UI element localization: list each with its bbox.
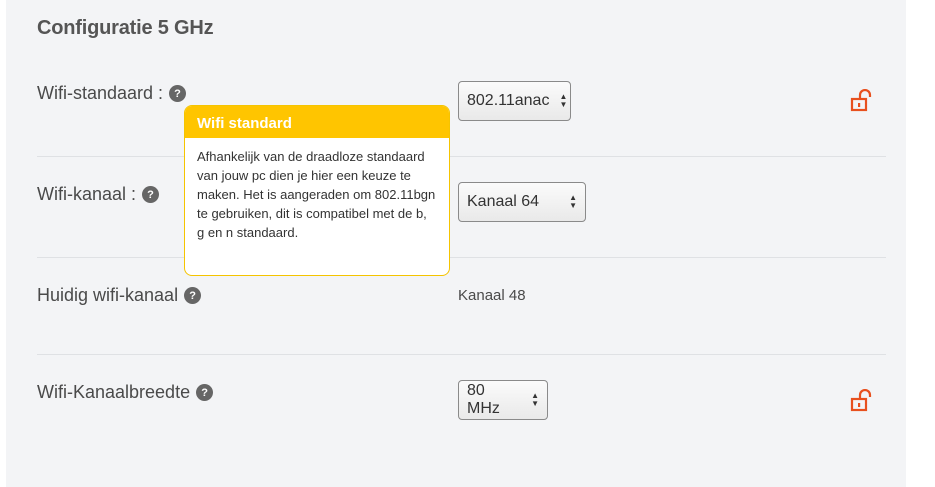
help-icon[interactable]: ?: [169, 85, 187, 102]
tooltip-text: Afhankelijk van de draadloze standaard v…: [197, 149, 436, 240]
row-divider: [37, 257, 886, 258]
unlocked-lock-icon[interactable]: [850, 389, 872, 413]
wifi-config-panel: Configuratie 5 GHz Wifi-standaard : ? 80…: [6, 0, 906, 487]
help-icon[interactable]: ?: [196, 384, 214, 401]
wifi-channel-select[interactable]: Kanaal 64 ▲ ▼: [458, 182, 586, 222]
current-channel-label: Huidig wifi-kanaal: [37, 285, 179, 305]
wifi-standard-label-row: Wifi-standaard : ?: [37, 83, 187, 104]
unlocked-lock-icon[interactable]: [850, 89, 872, 113]
channel-width-label: Wifi-Kanaalbreedte: [37, 382, 191, 402]
help-tooltip: Wifi standard Afhankelijk van de draadlo…: [184, 105, 450, 276]
row-divider: [37, 156, 886, 157]
help-icon[interactable]: ?: [184, 287, 202, 304]
wifi-standard-select[interactable]: 802.11anac ▲ ▼: [458, 81, 571, 121]
help-icon[interactable]: ?: [142, 186, 160, 203]
up-down-arrows-icon: ▲ ▼: [569, 193, 577, 210]
section-title: Configuratie 5 GHz: [37, 17, 214, 39]
current-channel-label-row: Huidig wifi-kanaal ?: [37, 285, 202, 306]
wifi-standard-value: 802.11anac: [467, 92, 550, 109]
row-divider: [37, 354, 886, 355]
wifi-channel-label: Wifi-kanaal :: [37, 184, 137, 204]
wifi-channel-value: Kanaal 64: [467, 193, 540, 210]
up-down-arrows-icon: ▲ ▼: [559, 92, 568, 109]
wifi-standard-label: Wifi-standaard :: [37, 83, 164, 103]
channel-width-select[interactable]: 80 MHz ▲ ▼: [458, 380, 548, 420]
tooltip-title: Wifi standard: [185, 106, 449, 138]
up-down-arrows-icon: ▲ ▼: [531, 391, 539, 408]
channel-width-value: 80 MHz: [467, 382, 500, 417]
channel-width-label-row: Wifi-Kanaalbreedte ?: [37, 382, 214, 403]
wifi-channel-label-row: Wifi-kanaal : ?: [37, 184, 160, 205]
current-channel-value: Kanaal 48: [458, 287, 526, 304]
